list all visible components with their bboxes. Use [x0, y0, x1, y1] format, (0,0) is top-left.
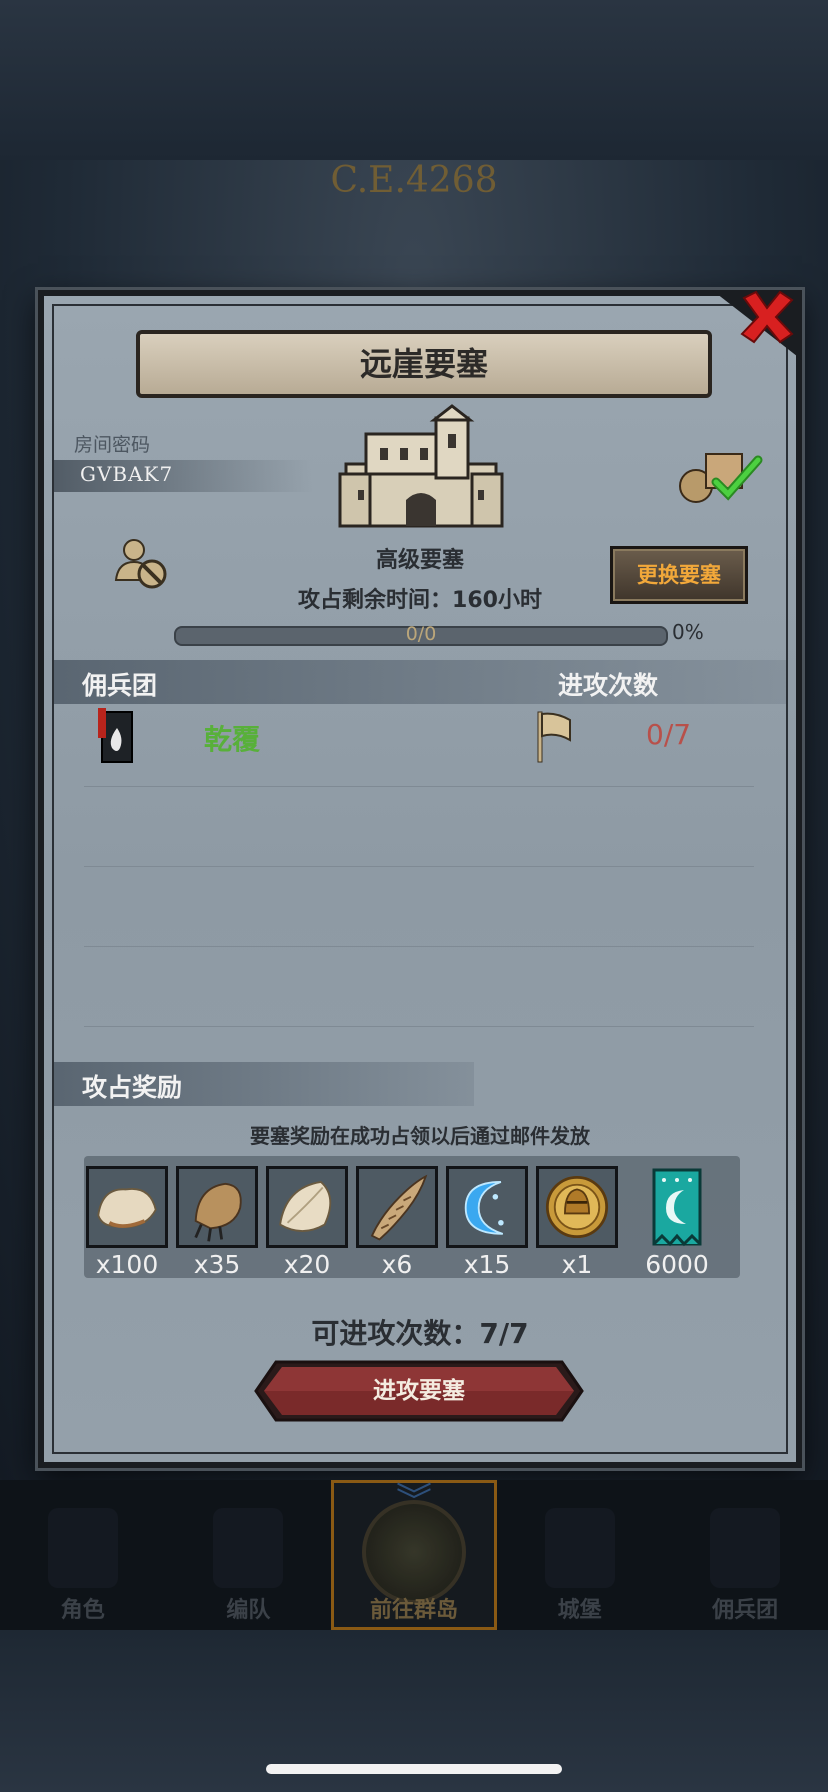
attack-count-header: 进攻次数	[558, 671, 659, 700]
attack-fortress-button[interactable]: 进攻要塞	[254, 1360, 584, 1422]
bottom-nav: 角色 编队 ︾ 前往群岛 城堡 佣兵团	[0, 1480, 828, 1630]
nav-item-formation[interactable]: 编队	[166, 1480, 332, 1630]
nav-label: 编队	[226, 1598, 271, 1623]
mercenary-section-bar	[54, 660, 786, 704]
nav-item-mercenary[interactable]: 佣兵团	[662, 1480, 828, 1630]
time-left-value: 160小时	[452, 588, 542, 613]
modal-title: 远崖要塞	[136, 330, 712, 398]
top-background	[0, 0, 828, 160]
reward-item[interactable]: x6	[356, 1166, 438, 1279]
reward-qty: x1	[561, 1250, 593, 1279]
reward-qty: x15	[463, 1250, 511, 1279]
room-password-label: 房间密码	[74, 434, 151, 456]
mercenary-attack-count: 0/7	[646, 718, 692, 751]
reward-item[interactable]: x35	[176, 1166, 258, 1279]
supply-check-icon[interactable]	[676, 446, 766, 506]
blue-crescent-icon	[464, 1181, 504, 1235]
reward-qty: 6000	[645, 1250, 709, 1279]
mercenary-emblem-icon	[98, 708, 133, 763]
castle-icon	[338, 404, 504, 528]
attacks-available: 可进攻次数：7/7	[44, 1312, 796, 1352]
nav-label: 佣兵团	[712, 1598, 779, 1623]
row-divider	[84, 1026, 754, 1027]
castle-nav-icon	[544, 1508, 615, 1588]
reward-item[interactable]: x15	[446, 1166, 528, 1279]
mercenary-nav-icon	[710, 1508, 781, 1588]
reward-qty: x100	[95, 1250, 159, 1279]
time-left: 攻占剩余时间：160小时	[44, 582, 796, 614]
era-label: C.E.4268	[330, 160, 498, 201]
fur-pelt-icon	[97, 1187, 157, 1228]
close-button[interactable]	[736, 286, 798, 348]
attack-flag-icon	[537, 711, 571, 763]
attack-button-label: 进攻要塞	[373, 1378, 465, 1404]
reward-item[interactable]: x20	[266, 1166, 348, 1279]
row-divider	[84, 946, 754, 947]
fortress-modal: 远崖要塞 房间密码 GVBAK7 高级要塞 更换要塞 攻占剩余时间：160小时	[38, 290, 802, 1468]
guild-banner-icon	[652, 1168, 702, 1247]
attacks-available-label: 可进攻次数：	[311, 1317, 480, 1350]
reward-item[interactable]: x1	[536, 1166, 618, 1279]
nav-item-castle[interactable]: 城堡	[497, 1480, 663, 1630]
knight-coin-icon	[545, 1175, 609, 1239]
rewards-header: 攻占奖励	[82, 1073, 183, 1102]
attacks-available-value: 7/7	[479, 1317, 529, 1350]
nav-label: 前往群岛	[369, 1598, 458, 1623]
feather-pelt-icon	[279, 1180, 332, 1233]
mercenary-name: 乾覆	[204, 723, 261, 756]
helmet-icon	[213, 1508, 284, 1588]
row-divider	[84, 866, 754, 867]
time-left-label: 攻占剩余时间：	[298, 588, 453, 613]
row-divider	[84, 786, 754, 787]
progress-text: 0/0	[405, 623, 437, 645]
reward-item[interactable]: 6000	[632, 1166, 722, 1279]
beast-claw-icon	[194, 1182, 242, 1242]
mercenary-header: 佣兵团	[82, 671, 158, 700]
rewards-note: 要塞奖励在成功占领以后通过邮件发放	[250, 1124, 590, 1148]
nav-item-character[interactable]: 角色	[0, 1480, 166, 1630]
capture-progress-bar: 0/0	[174, 623, 668, 646]
compass-icon	[361, 1500, 466, 1604]
reward-qty: x6	[381, 1250, 413, 1279]
close-icon	[740, 290, 794, 344]
mercenary-row[interactable]: 乾覆 0/7	[84, 706, 774, 768]
rewards-list: x100 x35 x20 x6 x15 x1 6000	[84, 1156, 740, 1279]
horn-icon	[370, 1174, 428, 1241]
nav-label: 角色	[60, 1598, 105, 1623]
home-indicator[interactable]	[266, 1764, 562, 1774]
room-code: GVBAK7	[80, 462, 174, 486]
reward-qty: x20	[283, 1250, 331, 1279]
knight-icon	[47, 1508, 118, 1588]
nav-label: 城堡	[557, 1598, 602, 1623]
nav-item-islands[interactable]: ︾ 前往群岛	[331, 1480, 497, 1630]
progress-percent: 0%	[672, 620, 704, 644]
reward-qty: x35	[193, 1250, 241, 1279]
reward-item[interactable]: x100	[86, 1166, 168, 1279]
